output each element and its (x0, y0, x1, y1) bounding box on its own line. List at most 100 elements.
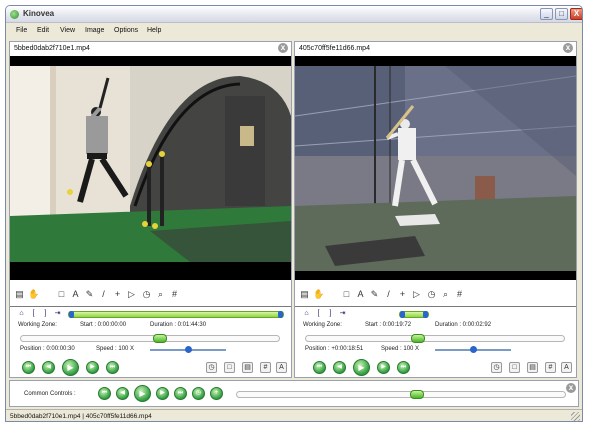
working-zone-start: Start : 0:00:19:72 (365, 322, 412, 328)
merge-button[interactable]: + (210, 387, 223, 400)
add-keyframe-icon[interactable]: ▤ (299, 289, 310, 300)
hand-tool-icon[interactable]: ✋ (28, 289, 39, 300)
previous-frame-button[interactable]: ◀ (333, 361, 346, 374)
status-bar: 5bbed0dab2f710e1.mp4 | 405c70ff5fe11d66.… (6, 409, 582, 421)
magnifier-tool-icon[interactable]: ⌕ (155, 289, 166, 300)
next-frame-button[interactable]: ▶ (86, 361, 99, 374)
common-position-slider[interactable] (236, 390, 566, 399)
kinovea-logo-icon (10, 10, 19, 19)
speed-slider[interactable] (150, 346, 226, 353)
angle-tool-icon[interactable]: ▷ (126, 289, 137, 300)
working-zone-track[interactable] (68, 311, 284, 318)
play-button[interactable]: ▶ (62, 359, 79, 376)
cross-tool-icon[interactable]: + (112, 289, 123, 300)
magnifier-tool-icon[interactable]: ⌕ (440, 289, 451, 300)
sync-button[interactable]: ◷ (192, 387, 205, 400)
first-frame-button[interactable]: ⏮ (313, 361, 326, 374)
position-readout: Position : +0:00:18:51 (305, 346, 364, 352)
export-video-icon[interactable]: ▤ (242, 362, 253, 373)
menu-image[interactable]: Image (85, 27, 104, 34)
transport-controls: ⏮ ◀ ▶ ▶ ⏭ ◷ □ ▤ # A (20, 359, 287, 376)
common-last-frame-button[interactable]: ⏭ (174, 387, 187, 400)
zone-start-handle[interactable] (400, 311, 405, 318)
snapshot-icon[interactable]: □ (509, 362, 520, 373)
player-close-button[interactable]: x (278, 43, 288, 53)
app-window: Kinovea _ □ X File Edit View Image Optio… (5, 5, 583, 422)
pdf-icon[interactable]: A (276, 362, 287, 373)
player-panel-left: 5bbed0dab2f710e1.mp4 x ▤ ✋ □ A ✎ / + ▷ ◷… (9, 41, 292, 378)
pdf-icon[interactable]: A (561, 362, 572, 373)
line-tool-icon[interactable]: / (383, 289, 394, 300)
export-video-icon[interactable]: ▤ (527, 362, 538, 373)
position-slider[interactable] (305, 334, 565, 343)
square-tool-icon[interactable]: □ (341, 289, 352, 300)
export-doc-icon[interactable]: # (260, 362, 271, 373)
common-first-frame-button[interactable]: ⏮ (98, 387, 111, 400)
snapshot-icon[interactable]: □ (224, 362, 235, 373)
working-zone-track[interactable] (399, 311, 429, 318)
chrono-tool-icon[interactable]: ◷ (141, 289, 152, 300)
minimize-button[interactable]: _ (540, 8, 553, 20)
common-previous-frame-button[interactable]: ◀ (116, 387, 129, 400)
timer-icon[interactable]: ◷ (206, 362, 217, 373)
speed-thumb[interactable] (470, 346, 477, 353)
menu-view[interactable]: View (60, 27, 75, 34)
zone-jump-icon[interactable]: ⇥ (339, 310, 346, 318)
grid-tool-icon[interactable]: # (454, 289, 465, 300)
common-position-thumb[interactable] (410, 390, 424, 399)
text-tool-icon[interactable]: A (70, 289, 81, 300)
zone-start-icon[interactable]: [ (315, 310, 322, 318)
common-next-frame-button[interactable]: ▶ (156, 387, 169, 400)
text-tool-icon[interactable]: A (355, 289, 366, 300)
menu-file[interactable]: File (16, 27, 27, 34)
cross-tool-icon[interactable]: + (397, 289, 408, 300)
position-slider[interactable] (20, 334, 280, 343)
last-frame-button[interactable]: ⏭ (106, 361, 119, 374)
zone-jump-icon[interactable]: ⇥ (54, 310, 61, 318)
menu-options[interactable]: Options (114, 27, 138, 34)
zone-end-handle[interactable] (423, 311, 428, 318)
position-thumb[interactable] (153, 334, 167, 343)
zone-end-handle[interactable] (278, 311, 283, 318)
export-doc-icon[interactable]: # (545, 362, 556, 373)
close-button[interactable]: X (570, 8, 582, 20)
window-title: Kinovea (23, 9, 55, 18)
menu-help[interactable]: Help (147, 27, 161, 34)
home-icon[interactable]: ⌂ (18, 310, 25, 318)
last-frame-button[interactable]: ⏭ (397, 361, 410, 374)
hand-tool-icon[interactable]: ✋ (313, 289, 324, 300)
video-frame[interactable] (295, 56, 576, 280)
player-filename: 405c70ff5fe11d66.mp4 (299, 45, 370, 52)
square-tool-icon[interactable]: □ (56, 289, 67, 300)
pencil-tool-icon[interactable]: ✎ (84, 289, 95, 300)
position-thumb[interactable] (411, 334, 425, 343)
menu-edit[interactable]: Edit (37, 27, 49, 34)
add-keyframe-icon[interactable]: ▤ (14, 289, 25, 300)
position-info: Position : 0:00:00:30 Speed : 100 X (18, 346, 288, 355)
timer-icon[interactable]: ◷ (491, 362, 502, 373)
divider (10, 306, 291, 307)
chrono-tool-icon[interactable]: ◷ (426, 289, 437, 300)
speed-slider[interactable] (435, 346, 511, 353)
angle-tool-icon[interactable]: ▷ (411, 289, 422, 300)
common-controls-close-button[interactable]: x (566, 383, 576, 393)
player-close-button[interactable]: x (563, 43, 573, 53)
working-zone-info: Working Zone: Start : 0:00:19:72 Duratio… (303, 322, 573, 331)
play-button[interactable]: ▶ (353, 359, 370, 376)
zone-end-icon[interactable]: ] (327, 310, 334, 318)
first-frame-button[interactable]: ⏮ (22, 361, 35, 374)
zone-start-icon[interactable]: [ (30, 310, 37, 318)
next-frame-button[interactable]: ▶ (377, 361, 390, 374)
zone-start-handle[interactable] (69, 311, 74, 318)
home-icon[interactable]: ⌂ (303, 310, 310, 318)
line-tool-icon[interactable]: / (98, 289, 109, 300)
speed-thumb[interactable] (185, 346, 192, 353)
pencil-tool-icon[interactable]: ✎ (369, 289, 380, 300)
grid-tool-icon[interactable]: # (169, 289, 180, 300)
maximize-button[interactable]: □ (555, 8, 568, 20)
resize-grip-icon[interactable] (571, 412, 580, 421)
previous-frame-button[interactable]: ◀ (42, 361, 55, 374)
common-play-button[interactable]: ▶ (134, 385, 151, 402)
zone-end-icon[interactable]: ] (42, 310, 49, 318)
video-frame[interactable] (10, 56, 291, 280)
